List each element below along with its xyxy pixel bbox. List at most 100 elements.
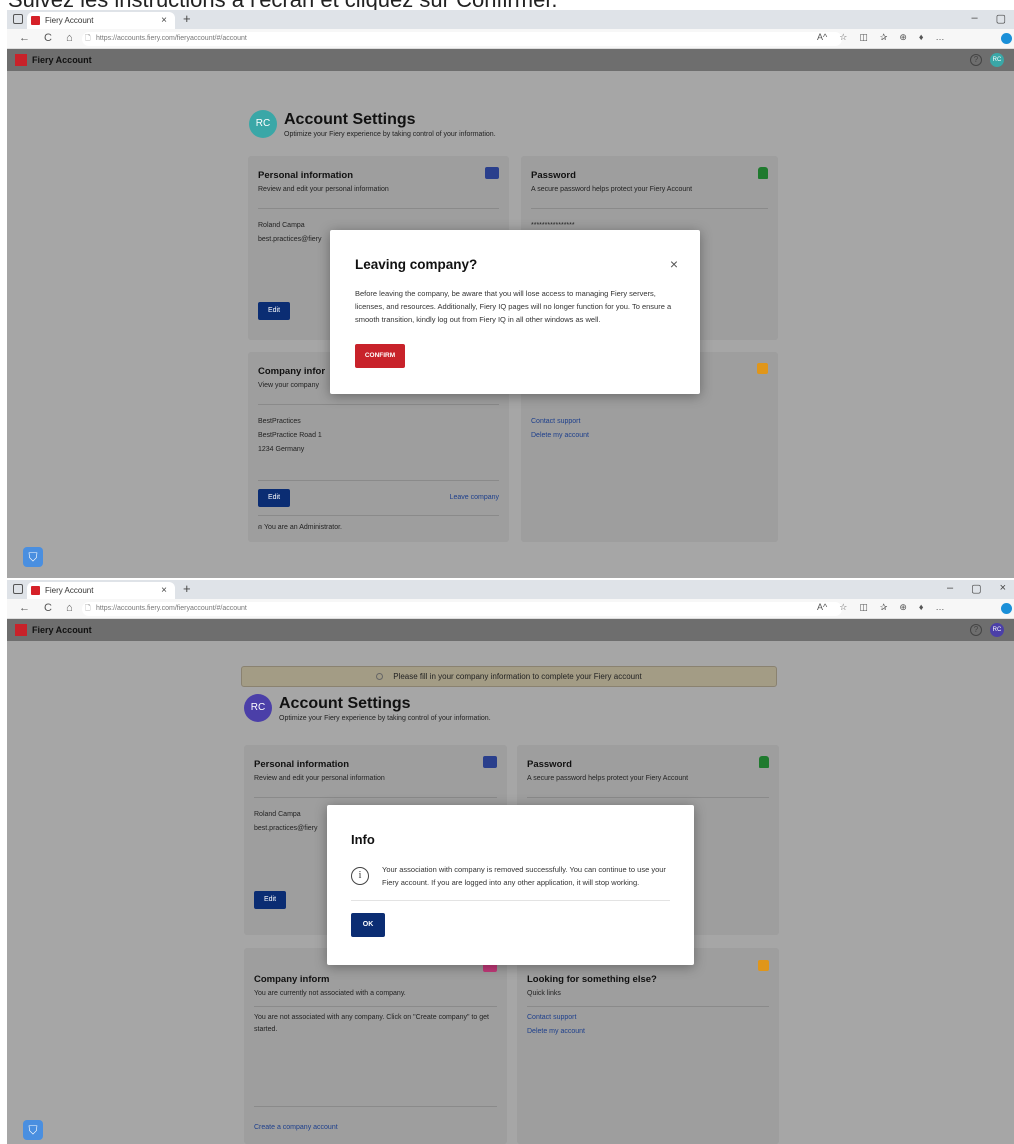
page-subtitle: Optimize your Fiery experience by taking… [279, 714, 491, 722]
minimize-button[interactable]: – [971, 12, 977, 25]
fiery-logo-icon [15, 624, 27, 636]
url-field[interactable]: https://accounts.fiery.com/fieryaccount/… [82, 602, 842, 616]
header-avatar[interactable]: RC [990, 53, 1004, 67]
back-icon[interactable]: ← [19, 32, 30, 44]
no-company-text: You are not associated with any company.… [254, 1014, 489, 1033]
refresh-icon[interactable]: C [44, 32, 52, 44]
user-email: best.practices@fiery [258, 236, 322, 243]
tab-title: Fiery Account [45, 16, 94, 25]
app-header: Fiery Account ? RC [7, 619, 1014, 641]
header-avatar[interactable]: RC [990, 623, 1004, 637]
favorite-icon[interactable]: ☆ [839, 602, 847, 613]
app-logo[interactable]: Fiery Account [15, 624, 92, 636]
new-tab-button[interactable]: + [183, 11, 191, 26]
help-icon[interactable]: ? [970, 624, 982, 636]
company-info-subtitle: View your company [258, 382, 319, 389]
tab-close-icon[interactable]: × [161, 585, 167, 596]
fiery-favicon-icon [31, 586, 40, 595]
more-menu-icon[interactable]: … [936, 32, 945, 43]
back-icon[interactable]: ← [19, 602, 30, 614]
maximize-button[interactable]: ▢ [996, 12, 1006, 25]
copilot-icon[interactable] [1001, 33, 1012, 44]
dialog-title: Leaving company? [355, 257, 478, 272]
browser-essentials-icon[interactable]: ⊕ [899, 602, 907, 613]
edit-personal-button[interactable]: Edit [254, 891, 286, 909]
shield-icon[interactable]: ⛉ [23, 547, 43, 567]
personal-info-subtitle: Review and edit your personal informatio… [254, 775, 385, 782]
personal-info-title: Personal information [254, 759, 350, 770]
fiery-favicon-icon [31, 16, 40, 25]
app-name: Fiery Account [32, 625, 92, 635]
edit-personal-button[interactable]: Edit [258, 302, 290, 320]
divider [258, 208, 499, 209]
info-dialog: Info i Your association with company is … [327, 805, 694, 965]
copilot-icon[interactable] [1001, 603, 1012, 614]
user-name: Roland Campa [258, 222, 305, 229]
info-icon: i [351, 867, 369, 885]
help-icon[interactable]: ? [970, 54, 982, 66]
page-subtitle: Optimize your Fiery experience by taking… [284, 130, 496, 138]
tab-actions-icon[interactable] [13, 14, 23, 24]
nav-buttons: ← C ⌂ [19, 602, 73, 614]
delete-account-link[interactable]: Delete my account [531, 430, 589, 442]
tab-close-icon[interactable]: × [161, 15, 167, 26]
company-info-banner: Please fill in your company information … [241, 666, 777, 687]
extensions-icon[interactable]: ♦ [919, 32, 924, 43]
read-aloud-icon[interactable]: A^ [817, 602, 827, 613]
home-icon[interactable]: ⌂ [66, 602, 73, 614]
divider [531, 208, 768, 209]
tab-actions-icon[interactable] [13, 584, 23, 594]
contact-support-link[interactable]: Contact support [527, 1012, 576, 1024]
refresh-icon[interactable]: C [44, 602, 52, 614]
contact-support-link[interactable]: Contact support [531, 416, 580, 428]
divider [258, 480, 499, 481]
favorites-icon[interactable]: ✰ [880, 32, 888, 43]
page-title: Account Settings [284, 110, 416, 128]
ok-button[interactable]: OK [351, 913, 385, 937]
create-company-link[interactable]: Create a company account [254, 1122, 338, 1134]
more-menu-icon[interactable]: … [936, 602, 945, 613]
home-icon[interactable]: ⌂ [66, 32, 73, 44]
delete-account-link[interactable]: Delete my account [527, 1026, 585, 1038]
user-email: best.practices@fiery [254, 825, 318, 832]
quick-links-subtitle: Quick links [527, 990, 561, 997]
extensions-icon[interactable]: ♦ [919, 602, 924, 613]
favorites-icon[interactable]: ✰ [880, 602, 888, 613]
browser-tab[interactable]: Fiery Account × [27, 12, 175, 29]
id-card-icon [485, 167, 499, 179]
url-field[interactable]: https://accounts.fiery.com/fieryaccount/… [82, 32, 842, 46]
close-window-button[interactable]: × [1000, 582, 1006, 595]
app-logo[interactable]: Fiery Account [15, 54, 92, 66]
divider [254, 1006, 497, 1007]
maximize-button[interactable]: ▢ [971, 582, 981, 595]
dialog-title: Info [351, 832, 375, 847]
question-icon [758, 960, 769, 971]
user-name: Roland Campa [254, 811, 301, 818]
shield-icon[interactable]: ⛉ [23, 1120, 43, 1140]
confirm-button[interactable]: CONFIRM [355, 344, 405, 368]
browser-essentials-icon[interactable]: ⊕ [899, 32, 907, 43]
lock-icon [758, 167, 768, 179]
new-tab-button[interactable]: + [183, 581, 191, 596]
dialog-message: Your association with company is removed… [382, 865, 666, 887]
edit-company-button[interactable]: Edit [258, 489, 290, 507]
instruction-caption: Suivez les instructions à l'écran et cli… [0, 0, 1014, 10]
fiery-logo-icon [15, 54, 27, 66]
split-screen-icon[interactable]: ◫ [859, 602, 868, 613]
avatar: RC [244, 694, 272, 722]
company-city: 1234 Germany [258, 446, 305, 453]
password-subtitle: A secure password helps protect your Fie… [527, 775, 689, 782]
divider [258, 515, 499, 516]
minimize-button[interactable]: – [947, 582, 953, 595]
read-aloud-icon[interactable]: A^ [817, 32, 827, 43]
company-street: BestPractice Road 1 [258, 432, 322, 439]
info-dot-icon [376, 673, 384, 680]
quick-links-title: Looking for something else? [527, 974, 657, 985]
leave-company-link[interactable]: Leave company [450, 492, 499, 504]
close-icon[interactable]: × [670, 256, 678, 272]
favorite-icon[interactable]: ☆ [839, 32, 847, 43]
browser-tab[interactable]: Fiery Account × [27, 582, 175, 599]
divider [254, 1106, 497, 1107]
split-screen-icon[interactable]: ◫ [859, 32, 868, 43]
lock-icon [759, 756, 769, 768]
